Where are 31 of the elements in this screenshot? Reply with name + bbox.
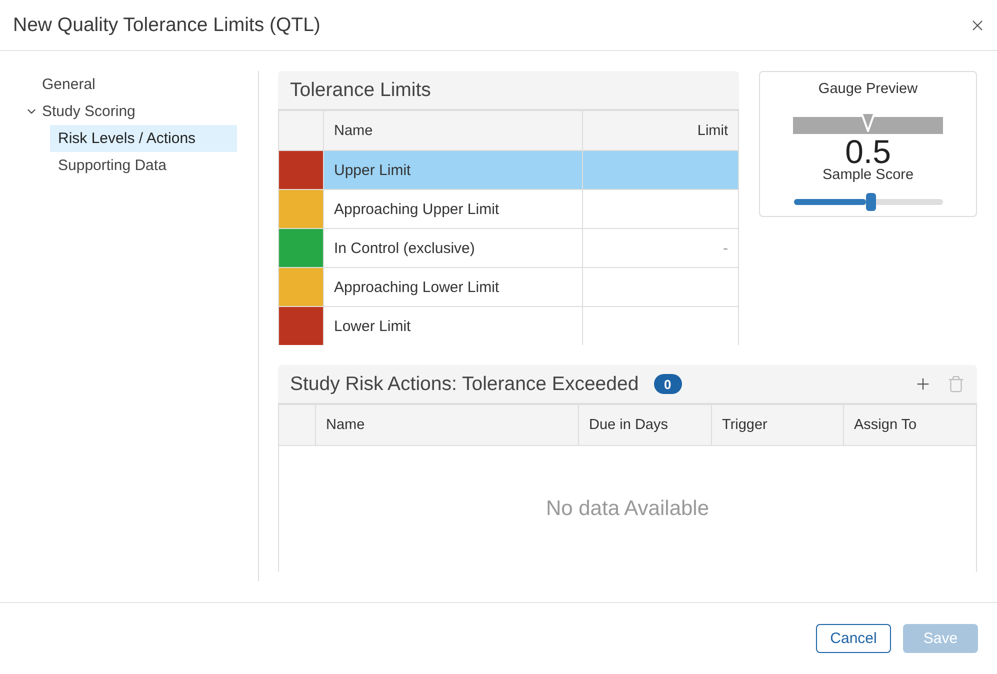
sidebar-item[interactable]: Supporting Data	[50, 152, 237, 179]
column-header[interactable]: Due in Days	[579, 405, 712, 445]
column-header[interactable]: Name	[316, 405, 579, 445]
column-header[interactable]: Trigger	[712, 405, 844, 445]
sidebar-item[interactable]: Risk Levels / Actions	[50, 125, 237, 152]
table-row[interactable]: In Control (exclusive) -	[279, 229, 738, 268]
sidebar-item[interactable]: General	[42, 71, 237, 98]
table-cell: In Control (exclusive)	[324, 229, 583, 267]
gauge-value: 0.5	[845, 137, 891, 167]
table-cell: Lower Limit	[324, 307, 583, 345]
panel-title: Tolerance Limits	[290, 78, 431, 102]
table-cell-text: -	[722, 238, 729, 258]
column-header[interactable]: Assign To	[844, 405, 976, 445]
sidebar-item[interactable]: Study Scoring	[42, 98, 237, 125]
count-badge: 0	[654, 374, 682, 394]
table-cell: Approaching Upper Limit	[324, 190, 583, 228]
gauge-caption: Sample Score	[822, 167, 914, 184]
column-header[interactable]: Limit	[583, 111, 738, 150]
dialog-title: New Quality Tolerance Limits (QTL)	[13, 13, 320, 37]
table-row[interactable]: Approaching Upper Limit	[279, 190, 738, 229]
cancel-button[interactable]: Cancel	[816, 624, 891, 653]
panel-title: Study Risk Actions: Tolerance Exceeded	[290, 372, 639, 396]
column-header[interactable]: Name	[324, 111, 583, 150]
table-cell: Upper Limit	[324, 151, 583, 189]
table-row[interactable]: Upper Limit	[279, 151, 738, 190]
slider-thumb[interactable]	[866, 193, 876, 211]
table-row[interactable]: Approaching Lower Limit	[279, 268, 738, 307]
score-slider[interactable]	[794, 193, 942, 211]
table-cell: Approaching Lower Limit	[324, 268, 583, 306]
empty-message: No data Available	[546, 497, 710, 521]
gauge-title: Gauge Preview	[818, 81, 918, 98]
